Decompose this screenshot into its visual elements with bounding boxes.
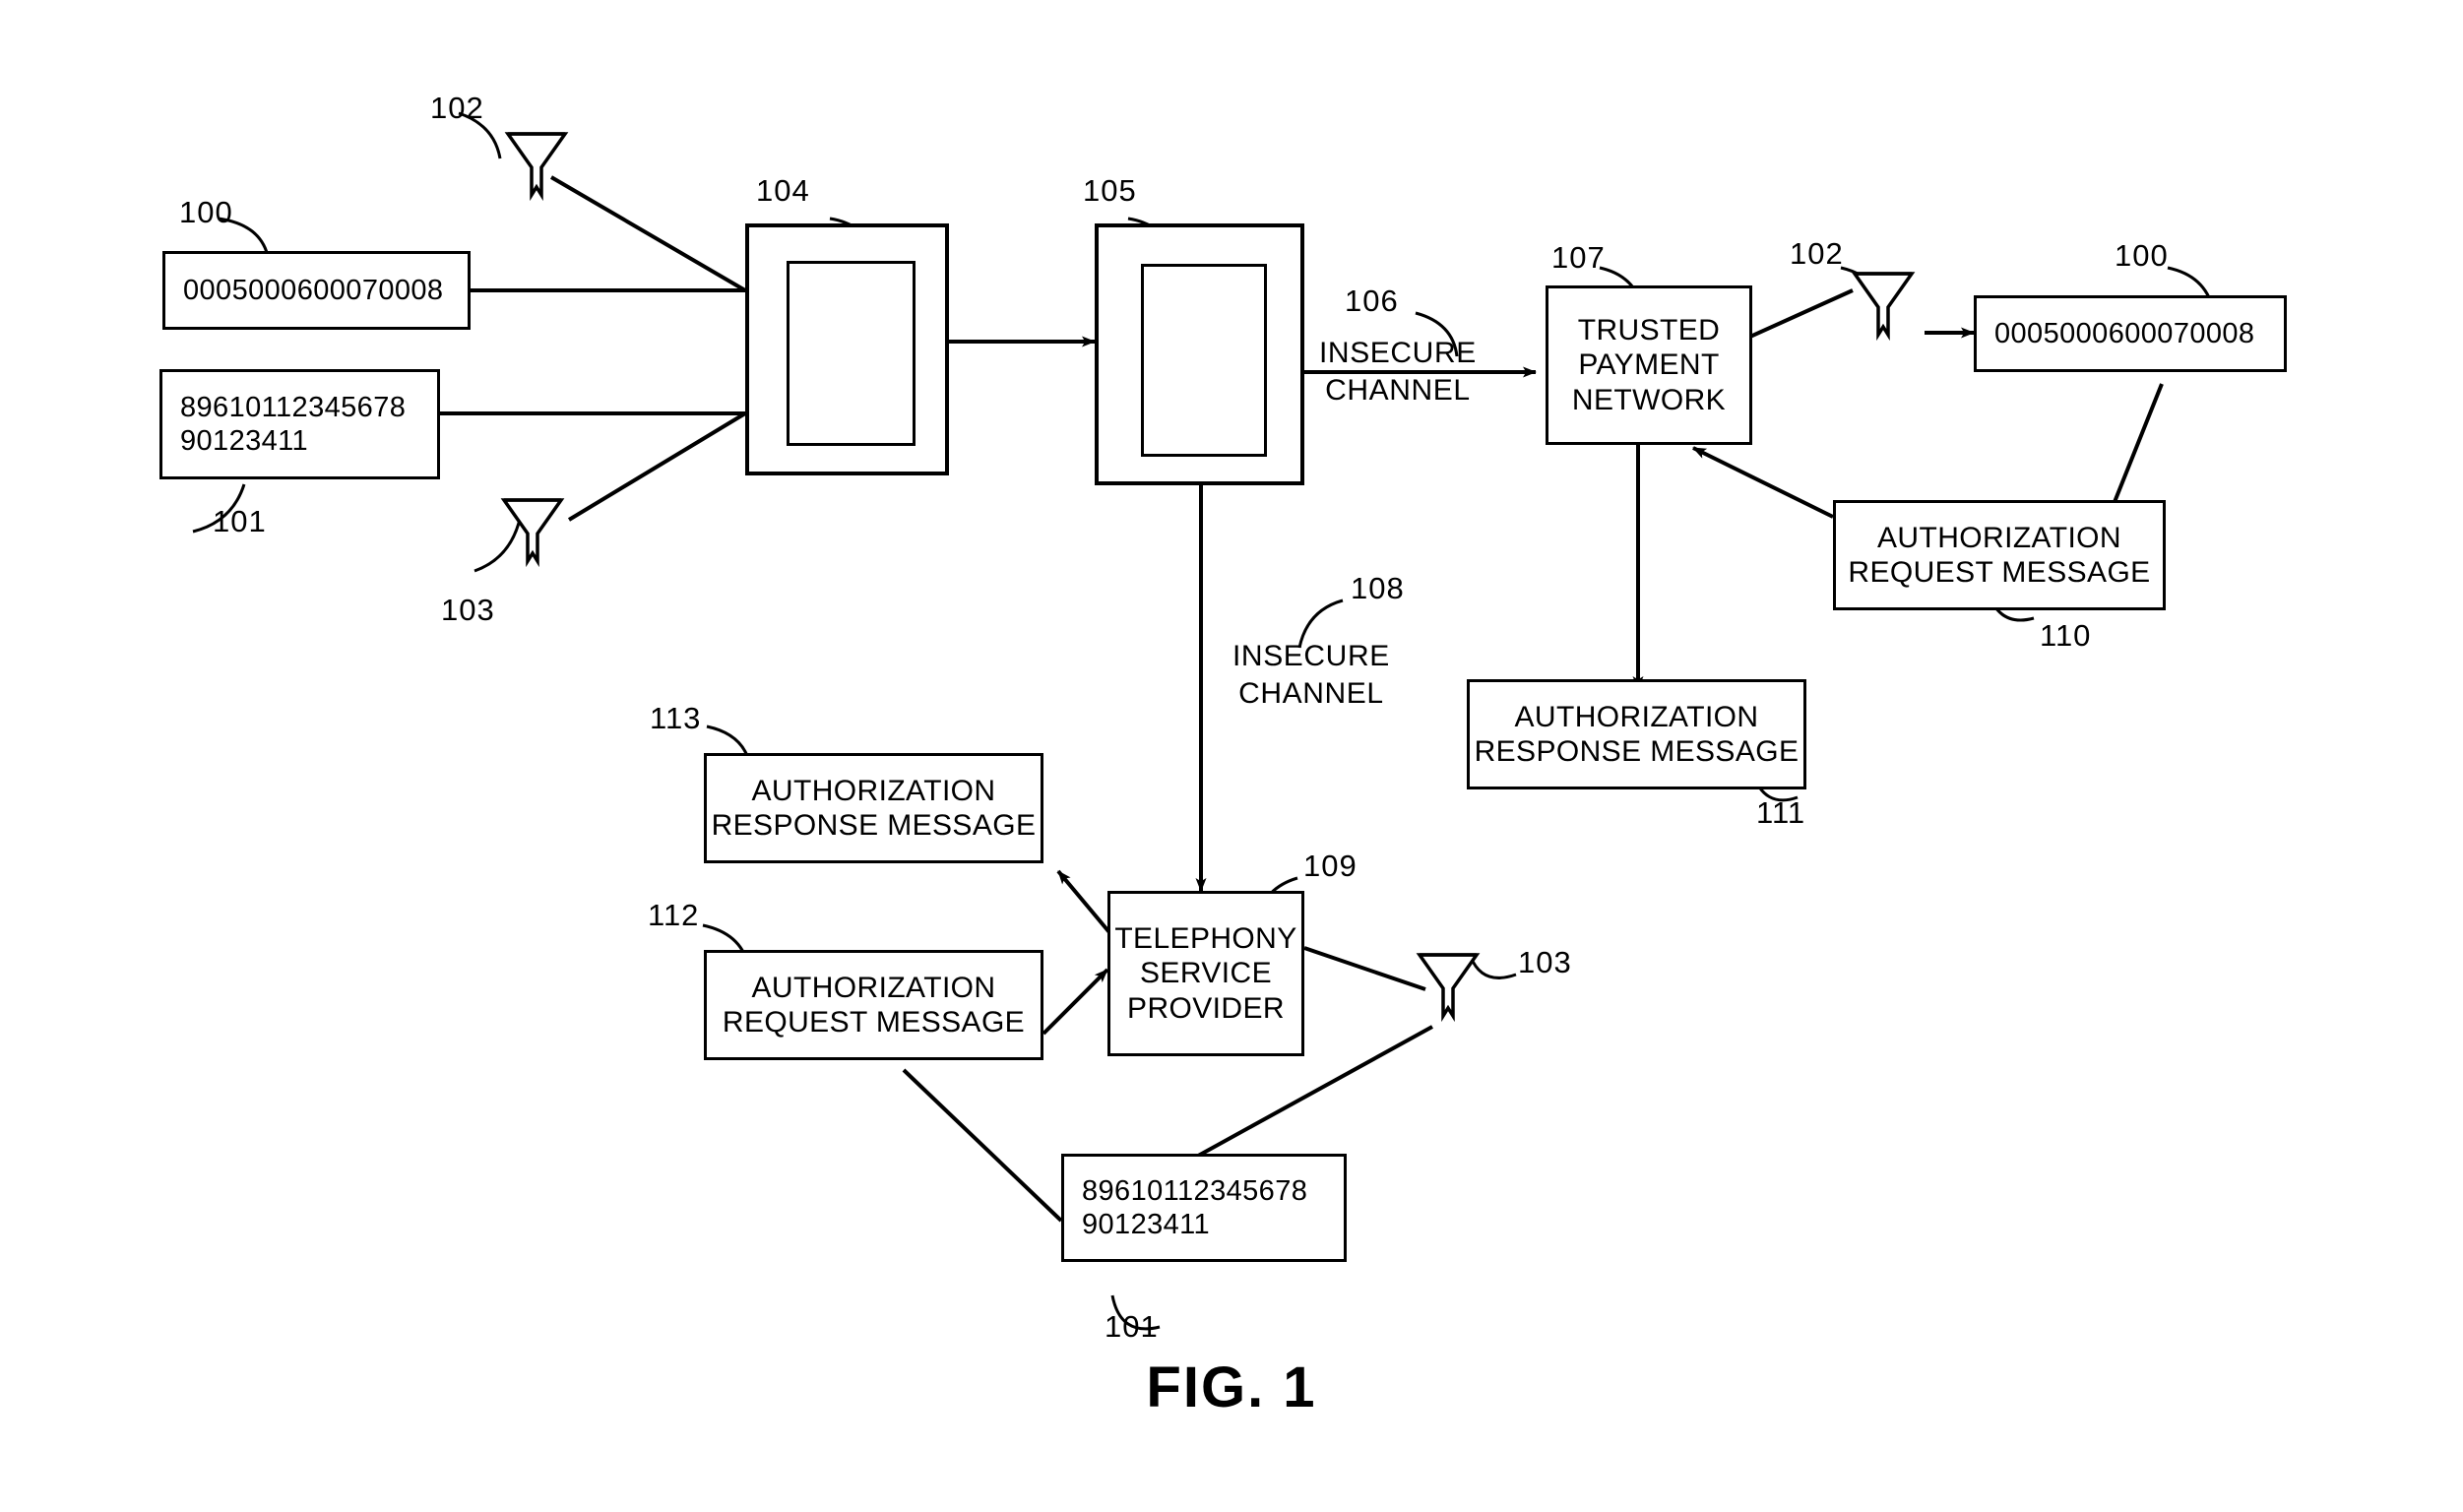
ref-101-left: 101 (213, 504, 267, 538)
pan-value-right: 0005000600070008 (1994, 317, 2255, 349)
trusted-payment-network-box: TRUSTED PAYMENT NETWORK (1546, 285, 1752, 445)
tpn-line-2: PAYMENT (1578, 348, 1720, 382)
ref-105: 105 (1083, 173, 1137, 208)
wire-auth110-to-pan-right (2113, 383, 2164, 503)
insecure-channel-106-line-1: INSECURE (1319, 337, 1477, 369)
ref-111: 111 (1756, 795, 1806, 830)
insecure-channel-108-line-1: INSECURE (1232, 640, 1390, 672)
wire-auth112-to-tsp (1042, 968, 1109, 1036)
ref-103-left: 103 (441, 593, 495, 627)
antenna-icon (500, 498, 565, 568)
tsp-line-3: PROVIDER (1127, 991, 1285, 1025)
tsp-line-2: SERVICE (1140, 957, 1272, 990)
ref-102-right: 102 (1790, 236, 1844, 271)
tpn-line-3: NETWORK (1571, 383, 1727, 416)
ref-113: 113 (650, 701, 702, 735)
ref-112: 112 (648, 898, 700, 932)
ref-108: 108 (1351, 571, 1405, 605)
device-105-screen (1141, 264, 1267, 457)
wire-tsp-to-auth-response-113 (1056, 869, 1115, 939)
auth-112-line-2: REQUEST MESSAGE (722, 1006, 1026, 1039)
pan-value-left: 0005000600070008 (183, 274, 444, 306)
auth-request-message-112: AUTHORIZATION REQUEST MESSAGE (704, 950, 1043, 1060)
ref-101-bottom: 101 (1105, 1309, 1159, 1344)
ref-110: 110 (2040, 618, 2092, 653)
insecure-channel-108-line-2: CHANNEL (1238, 677, 1384, 711)
telephony-service-provider-box: TELEPHONY SERVICE PROVIDER (1107, 891, 1304, 1056)
iccid-line-1: 89610112345678 (180, 391, 407, 423)
auth-response-message-111: AUTHORIZATION RESPONSE MESSAGE (1467, 679, 1806, 789)
mobile-device-105 (1095, 223, 1304, 485)
auth-110-line-2: REQUEST MESSAGE (1848, 556, 2151, 589)
auth-111-line-2: RESPONSE MESSAGE (1474, 735, 1800, 768)
auth-111-line-1: AUTHORIZATION (1514, 700, 1759, 733)
auth-112-line-1: AUTHORIZATION (751, 971, 996, 1004)
insecure-channel-106-label: INSECURE CHANNEL (1319, 335, 1477, 410)
pan-box-left: 0005000600070008 (162, 251, 471, 330)
iccid-bottom-line-1: 89610112345678 (1082, 1174, 1308, 1207)
wire-antenna102-to-device104 (549, 175, 747, 292)
insecure-channel-106-line-2: CHANNEL (1325, 374, 1471, 408)
auth-110-line-1: AUTHORIZATION (1877, 521, 2121, 554)
ref-104: 104 (756, 173, 810, 208)
ref-100-right: 100 (2115, 238, 2169, 273)
insecure-channel-108-label: INSECURE CHANNEL (1232, 638, 1390, 714)
wire-tsp-to-antenna103 (1303, 946, 1426, 991)
wire-iccid-bottom-to-auth112 (902, 1068, 1063, 1223)
iccid-box-left: 89610112345678 90123411 (159, 369, 440, 479)
ref-109: 109 (1303, 849, 1358, 883)
ref-106: 106 (1345, 284, 1399, 318)
iccid-box-bottom: 89610112345678 90123411 (1061, 1154, 1347, 1262)
mobile-device-104 (745, 223, 949, 475)
auth-113-line-2: RESPONSE MESSAGE (711, 809, 1037, 842)
antenna-icon (1416, 953, 1481, 1023)
tsp-line-1: TELEPHONY (1114, 921, 1297, 955)
iccid-bottom-line-2: 90123411 (1082, 1209, 1211, 1240)
device-104-screen (787, 261, 916, 446)
antenna-icon (504, 132, 569, 202)
pan-box-right: 0005000600070008 (1974, 295, 2287, 372)
ref-107: 107 (1551, 240, 1606, 275)
auth-request-message-110: AUTHORIZATION REQUEST MESSAGE (1833, 500, 2166, 610)
ref-103-bottom: 103 (1518, 945, 1572, 979)
tpn-line-1: TRUSTED (1577, 313, 1721, 346)
antenna-icon (1851, 272, 1916, 342)
ref-102-top: 102 (430, 91, 484, 125)
auth-response-message-113: AUTHORIZATION RESPONSE MESSAGE (704, 753, 1043, 863)
wire-auth110-to-tpn (1692, 446, 1834, 519)
figure-canvas: 0005000600070008 89610112345678 90123411… (0, 0, 2463, 1512)
auth-113-line-1: AUTHORIZATION (751, 774, 996, 807)
figure-caption: FIG. 1 (1146, 1355, 1317, 1419)
iccid-line-2: 90123411 (180, 425, 309, 457)
wire-antenna103-to-device104 (567, 411, 747, 522)
ref-100-left: 100 (179, 195, 233, 229)
